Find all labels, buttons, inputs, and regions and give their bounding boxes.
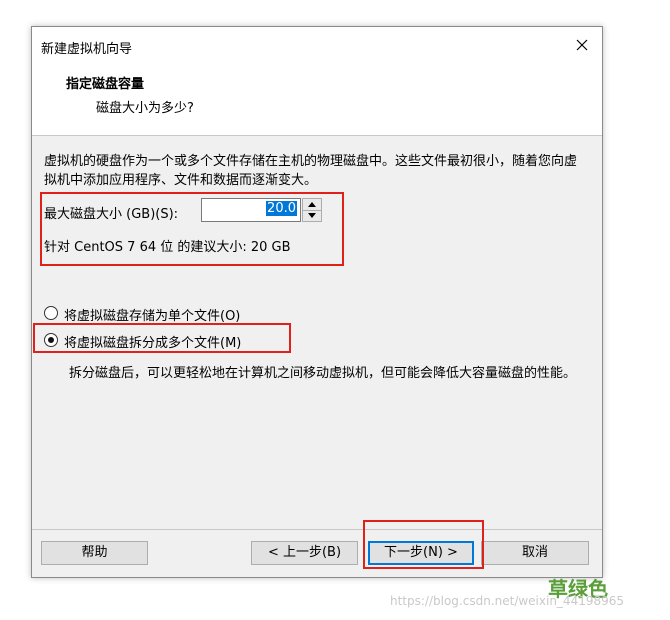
- footer-divider: [32, 529, 602, 530]
- radio-button[interactable]: [44, 333, 58, 347]
- next-button[interactable]: 下一步(N) >: [368, 541, 474, 565]
- description-text: 虚拟机的硬盘作为一个或多个文件存储在主机的物理磁盘中。这些文件最初很小，随着您向…: [44, 154, 578, 188]
- page-title: 指定磁盘容量: [66, 77, 145, 92]
- radio-label: 将虚拟磁盘存储为单个文件(O): [64, 309, 241, 324]
- wizard-header: 指定磁盘容量 磁盘大小为多少?: [32, 63, 602, 136]
- max-disk-size-input[interactable]: 20.0: [201, 198, 301, 222]
- max-disk-size-value: 20.0: [266, 201, 297, 216]
- arrow-down-icon: [308, 213, 316, 218]
- disk-size-spinner[interactable]: [302, 198, 322, 222]
- wizard-dialog: 新建虚拟机向导 指定磁盘容量 磁盘大小为多少? 虚拟机的硬盘作为一个或多个文件存…: [31, 26, 603, 578]
- help-button[interactable]: 帮助: [41, 541, 148, 565]
- window-title: 新建虚拟机向导: [41, 42, 133, 57]
- cancel-button[interactable]: 取消: [481, 541, 589, 565]
- title-bar: 新建虚拟机向导: [32, 27, 602, 63]
- radio-button[interactable]: [44, 306, 58, 320]
- radio-label: 将虚拟磁盘拆分成多个文件(M): [64, 336, 242, 351]
- max-disk-size-label: 最大磁盘大小 (GB)(S):: [44, 207, 179, 222]
- close-icon: [576, 39, 588, 51]
- split-description-text: 拆分磁盘后，可以更轻松地在计算机之间移动虚拟机，但可能会降低大容量磁盘的性能。: [69, 366, 577, 381]
- wizard-content: 虚拟机的硬盘作为一个或多个文件存储在主机的物理磁盘中。这些文件最初很小，随着您向…: [32, 136, 602, 530]
- radio-selected-dot: [48, 337, 54, 343]
- page-subtitle: 磁盘大小为多少?: [96, 101, 194, 116]
- arrow-up-icon: [308, 202, 316, 207]
- back-button[interactable]: < 上一步(B): [251, 541, 358, 565]
- recommended-size-text: 针对 CentOS 7 64 位 的建议大小: 20 GB: [44, 240, 291, 255]
- watermark-text: https://blog.csdn.net/weixin_44198965: [390, 594, 625, 608]
- close-button[interactable]: [568, 31, 596, 59]
- spin-down-button[interactable]: [303, 210, 321, 221]
